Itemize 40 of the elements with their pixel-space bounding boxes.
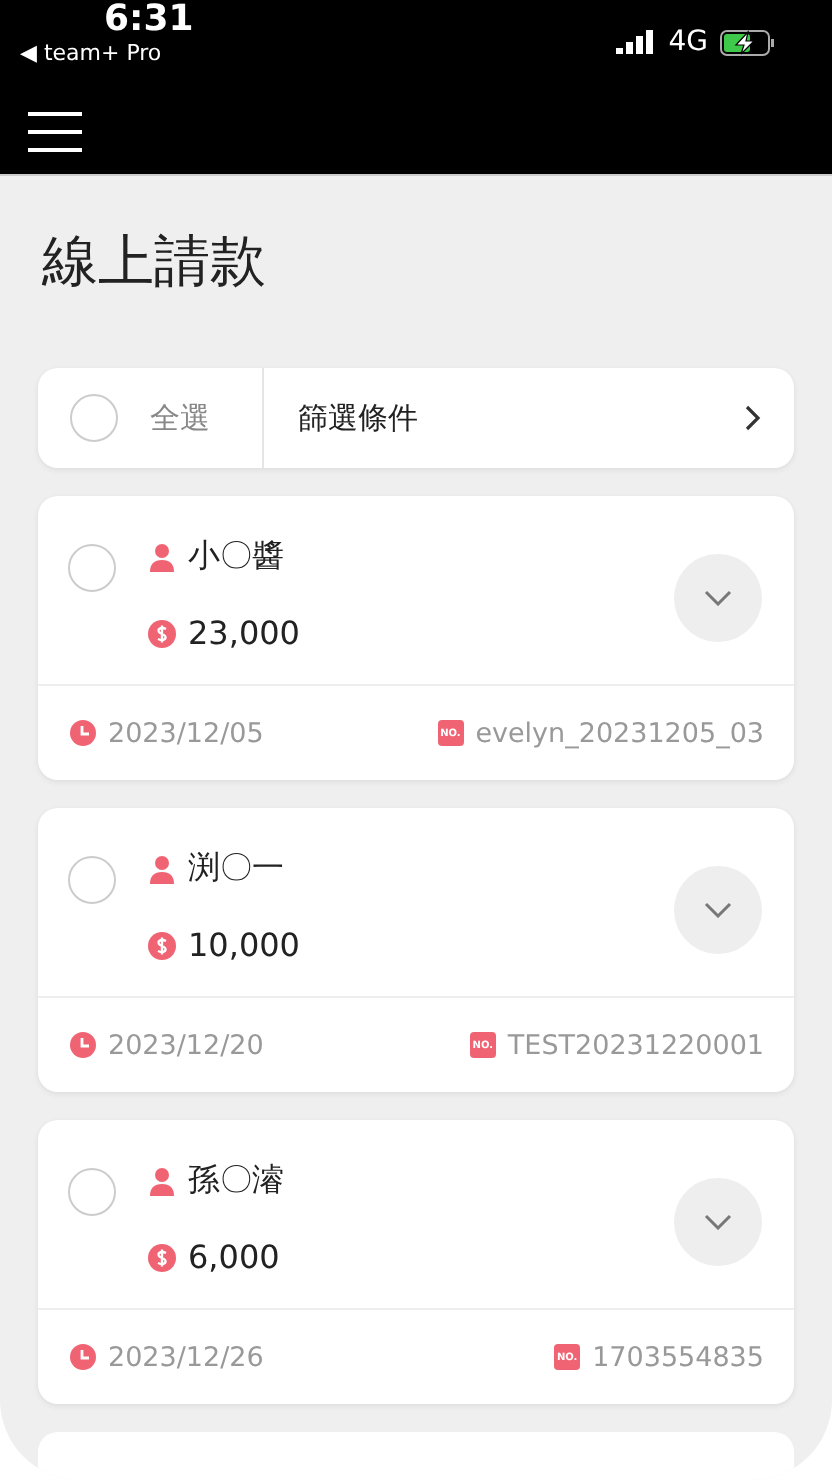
select-all-button[interactable]: 全選 bbox=[38, 368, 264, 468]
row-checkbox[interactable] bbox=[68, 1168, 116, 1216]
request-date: 2023/12/20 bbox=[108, 1029, 264, 1061]
request-date: 2023/12/26 bbox=[108, 1341, 264, 1373]
network-label: 4G bbox=[668, 26, 708, 58]
expand-button[interactable] bbox=[674, 866, 762, 954]
chevron-down-icon bbox=[704, 590, 732, 606]
chevron-down-icon bbox=[704, 902, 732, 918]
request-number: TEST20231220001 bbox=[507, 1029, 764, 1061]
request-number: evelyn_20231205_03 bbox=[475, 717, 764, 749]
dollar-icon bbox=[148, 931, 176, 959]
dollar-icon bbox=[148, 1243, 176, 1271]
payee-name: 小〇醬 bbox=[188, 536, 284, 578]
select-all-checkbox[interactable] bbox=[70, 394, 118, 442]
clock-time: 6:31 bbox=[104, 0, 194, 40]
person-icon bbox=[148, 1166, 176, 1196]
request-number: 1703554835 bbox=[592, 1341, 764, 1373]
amount: 10,000 bbox=[188, 926, 300, 964]
expand-button[interactable] bbox=[674, 1178, 762, 1266]
menu-button[interactable] bbox=[28, 111, 84, 151]
back-to-app-link[interactable]: ◀ team+ Pro bbox=[20, 40, 162, 68]
clock-icon bbox=[70, 720, 96, 746]
chevron-right-icon bbox=[744, 404, 762, 432]
filter-button[interactable]: 篩選條件 bbox=[264, 368, 794, 468]
row-checkbox[interactable] bbox=[68, 544, 116, 592]
payee-name: 渕〇一 bbox=[188, 848, 284, 890]
request-date: 2023/12/05 bbox=[108, 717, 264, 749]
page-title: 線上請款 bbox=[42, 228, 268, 296]
signal-icon bbox=[616, 30, 657, 54]
amount: 6,000 bbox=[188, 1238, 280, 1276]
expand-button[interactable] bbox=[674, 554, 762, 642]
clock-icon bbox=[70, 1032, 96, 1058]
person-icon bbox=[148, 542, 176, 572]
person-icon bbox=[148, 854, 176, 884]
dollar-icon bbox=[148, 619, 176, 647]
payee-name: 孫〇濬 bbox=[188, 1160, 284, 1202]
row-checkbox[interactable] bbox=[68, 856, 116, 904]
clock-icon bbox=[70, 1344, 96, 1370]
chevron-down-icon bbox=[704, 1214, 732, 1230]
amount: 23,000 bbox=[188, 614, 300, 652]
